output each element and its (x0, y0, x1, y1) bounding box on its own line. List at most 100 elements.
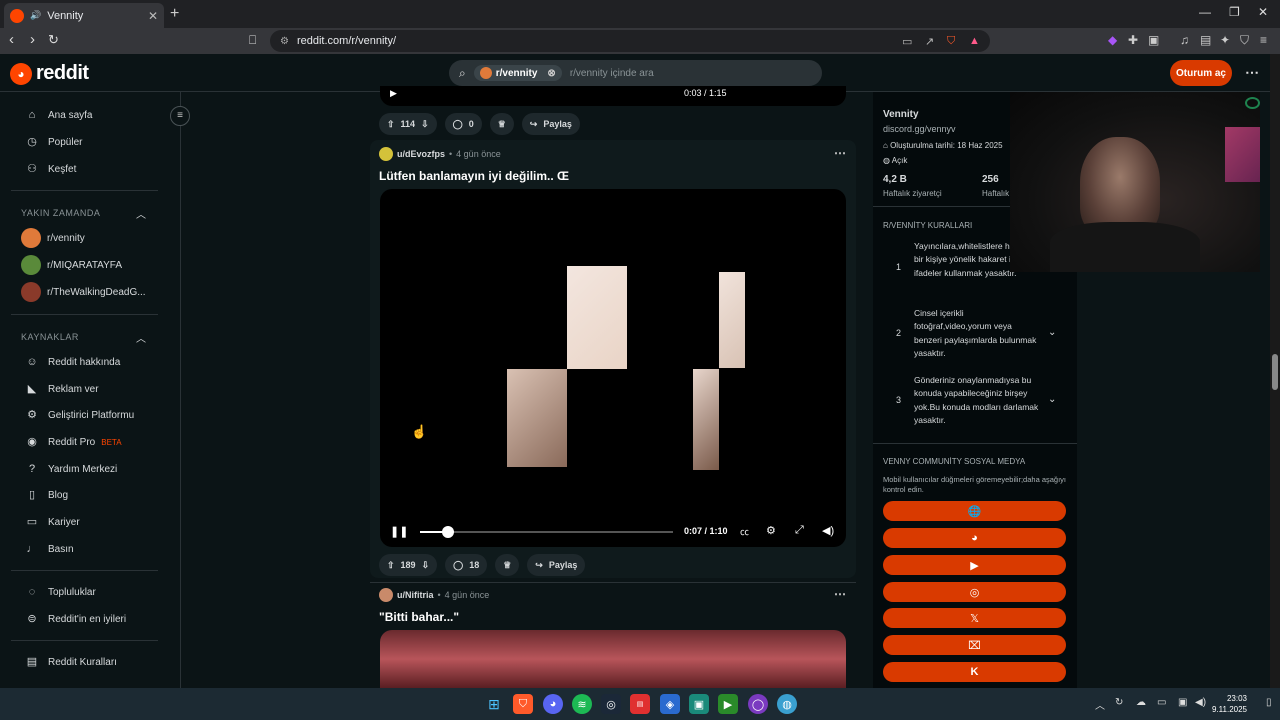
chevron-down-icon[interactable]: ⌄ (1048, 394, 1056, 405)
sync-icon[interactable]: ↻ (1115, 697, 1123, 708)
resources-heading[interactable]: KAYNAKLAR (21, 332, 79, 342)
captions-icon[interactable]: ㏄ (740, 525, 749, 538)
globe-app-icon[interactable]: ◍ (777, 694, 797, 714)
sidebar-item-best[interactable]: ⊜ Reddit'in en iyileri (26, 613, 126, 625)
game-launcher-icon[interactable]: ▶ (718, 694, 738, 714)
video-player[interactable]: ❚❚ 0:07 / 1:10 ㏄ ⚙ ⤢ ◀) (380, 189, 846, 547)
reddit-logo[interactable]: ◕ reddit (10, 62, 89, 85)
puzzle-icon[interactable]: ✚ (1128, 33, 1138, 47)
chevron-up-icon[interactable]: ︿ (136, 330, 146, 345)
sidebar-item-rules[interactable]: ▤ Reddit Kuralları (26, 656, 117, 668)
browser-tab[interactable]: 🔊 Vennity ✕ (4, 3, 164, 28)
stream-app-icon[interactable]: ▤ (630, 694, 650, 714)
share-icon[interactable]: ↗ (925, 35, 934, 48)
reload-icon[interactable]: ↻ (48, 32, 59, 48)
collapse-sidebar-button[interactable]: ≡ (170, 106, 190, 126)
post-options-icon[interactable]: ⋯ (834, 146, 846, 160)
sidebar-item-about[interactable]: ☺ Reddit hakkında (26, 356, 120, 368)
settings-icon[interactable]: ⚙ (766, 524, 776, 537)
steam-icon[interactable]: ◎ (601, 694, 621, 714)
sidebar-item-miqaratayfa[interactable]: r/MIQARATAYFA (21, 255, 122, 275)
extension-icon[interactable]: ◆ (1108, 33, 1117, 47)
cloud-icon[interactable]: ☁ (1136, 697, 1146, 708)
back-icon[interactable]: ‹ (9, 31, 14, 48)
upvote-icon[interactable]: ⇧ (387, 560, 395, 571)
vote-control[interactable]: ⇧ 114 ⇩ (379, 113, 437, 135)
post-author[interactable]: u/dEvozfps (397, 149, 445, 159)
post-title[interactable]: "Bitti bahar..." (379, 610, 459, 624)
more-options-icon[interactable]: ⋯ (1245, 64, 1259, 81)
sidebar-item-press[interactable]: ♩ Basın (26, 543, 74, 555)
volume-icon[interactable]: ◀) (1195, 697, 1206, 708)
share-button[interactable]: ↪ Paylaş (521, 113, 580, 135)
brave-rewards-icon[interactable]: ▲ (969, 35, 980, 47)
sidebar-item-help[interactable]: ? Yardım Merkezi (26, 463, 117, 475)
vote-control[interactable]: ⇧ 189 ⇩ (379, 554, 438, 576)
award-button[interactable]: ♕ (489, 113, 514, 135)
social-button-twitch[interactable]: ⌧ (883, 635, 1066, 655)
social-button-instagram[interactable]: ◎ (883, 582, 1066, 602)
user-avatar[interactable] (379, 147, 393, 161)
video-player[interactable]: ▶ 0:03 / 1:15 (380, 86, 846, 106)
social-button-kick[interactable]: K (883, 662, 1066, 682)
rule-item[interactable]: 2 Cinsel içerikli fotoğraf,video,yorum v… (873, 307, 1077, 363)
spotify-icon[interactable]: ≋ (572, 694, 592, 714)
cast-icon[interactable]: ▭ (902, 35, 912, 48)
downvote-icon[interactable]: ⇩ (422, 560, 430, 571)
clear-chip-icon[interactable]: ⊗ (547, 68, 555, 79)
sidebar-item-communities[interactable]: ◌ Topluluklar (26, 586, 96, 598)
sidebar-item-popular[interactable]: ◷ Popüler (26, 136, 82, 148)
search-bar[interactable]: ⌕ r/vennity ⊗ r/vennity içinde ara (449, 60, 822, 86)
fullscreen-icon[interactable]: ⤢ (795, 524, 804, 537)
chevron-up-icon[interactable]: ︿ (136, 206, 146, 221)
comments-button[interactable]: ◯ 18 (445, 554, 488, 576)
close-window-icon[interactable]: ✕ (1258, 5, 1268, 19)
sidebar-item-careers[interactable]: ▭ Kariyer (26, 516, 80, 528)
chevron-down-icon[interactable]: ⌄ (1048, 327, 1056, 338)
sidebar-item-vennity[interactable]: r/vennity (21, 228, 85, 248)
discord-icon[interactable]: ◕ (543, 694, 563, 714)
sidebar-item-home[interactable]: ⌂ Ana sayfa (26, 109, 93, 121)
user-avatar[interactable] (379, 588, 393, 602)
site-info-icon[interactable]: ⚙ (280, 36, 289, 47)
post-image[interactable] (380, 630, 846, 688)
social-button-x[interactable]: 𝕏 (883, 608, 1066, 628)
brave-shield-icon[interactable]: ⛉ (947, 35, 955, 48)
post-options-icon[interactable]: ⋯ (834, 587, 846, 601)
network-icon[interactable]: ▣ (1178, 697, 1187, 708)
windows-start-icon[interactable]: ⊞ (484, 694, 504, 714)
wallet-icon[interactable]: ▤ (1200, 33, 1211, 47)
address-bar[interactable]: ⚙ reddit.com/r/vennity/ ▭ ↗ ⛉ ▲ (270, 30, 990, 52)
sidebar-item-explore[interactable]: ⚇ Keşfet (26, 163, 76, 175)
ai-icon[interactable]: ✦ (1220, 33, 1230, 47)
upvote-icon[interactable]: ⇧ (387, 119, 395, 130)
music-icon[interactable]: ♫ (1180, 33, 1189, 47)
minimize-icon[interactable]: — (1199, 5, 1211, 19)
menu-icon[interactable]: ≡ (1260, 33, 1267, 47)
post-title[interactable]: Lütfen banlamayın iyi değilim.. Œ (379, 169, 569, 183)
maximize-icon[interactable]: ❐ (1229, 5, 1240, 19)
close-tab-icon[interactable]: ✕ (148, 9, 158, 23)
pause-icon[interactable]: ❚❚ (390, 525, 408, 538)
post-author[interactable]: u/Nifitria (397, 590, 434, 600)
award-button[interactable]: ♕ (495, 554, 520, 576)
play-icon[interactable]: ▶ (390, 88, 397, 99)
sidebar-toggle-icon[interactable]: ▣ (1148, 33, 1159, 47)
progress-track[interactable] (420, 526, 673, 538)
search-input[interactable]: r/vennity içinde ara (570, 68, 654, 79)
vpn-app-icon[interactable]: ◈ (660, 694, 680, 714)
notifications-icon[interactable]: ▯ (1266, 697, 1272, 708)
login-button[interactable]: Oturum aç (1170, 60, 1232, 86)
social-button-discord[interactable]: ◕ (883, 528, 1066, 548)
bookmark-icon[interactable]: ⎕ (249, 33, 256, 48)
terminal-icon[interactable]: ▣ (689, 694, 709, 714)
sidebar-item-blog[interactable]: ▯ Blog (26, 489, 68, 501)
comments-button[interactable]: ◯ 0 (444, 113, 482, 135)
rule-item[interactable]: 3 Gönderiniz onaylanmadıysa bu konuda ya… (873, 374, 1077, 430)
page-scrollbar[interactable] (1270, 54, 1280, 688)
social-button-globe[interactable]: 🌐 (883, 501, 1066, 521)
volume-icon[interactable]: ◀) (822, 524, 834, 537)
sidebar-item-developer[interactable]: ⚙ Geliştirici Platformu (26, 409, 134, 421)
new-tab-button[interactable]: + (170, 5, 179, 23)
sidebar-item-advertise[interactable]: ◣ Reklam ver (26, 383, 99, 395)
